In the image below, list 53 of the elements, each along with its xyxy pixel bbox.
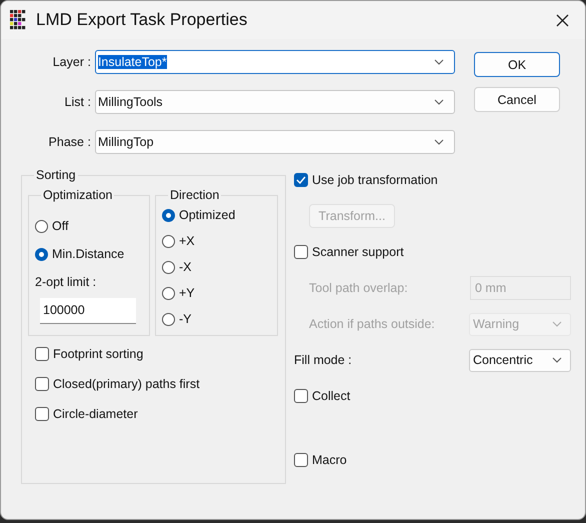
checkbox[interactable] xyxy=(294,453,308,467)
field-label: List : xyxy=(64,95,92,109)
radio-button[interactable] xyxy=(162,260,175,274)
checkbox-label[interactable]: Use job transformation xyxy=(312,173,438,187)
radio-label[interactable]: Off xyxy=(52,219,68,233)
caret-icon xyxy=(434,139,444,145)
checkbox[interactable] xyxy=(294,389,308,403)
radio-button[interactable] xyxy=(162,312,175,326)
field-label: Layer : xyxy=(52,55,92,69)
radio-button[interactable] xyxy=(162,234,175,248)
checkbox-label[interactable]: Footprint sorting xyxy=(53,347,144,361)
caret-icon xyxy=(552,321,562,327)
window-title: LMD Export Task Properties xyxy=(36,10,248,30)
caret-icon xyxy=(552,357,562,363)
group-title: Sorting xyxy=(35,168,77,182)
checkbox-label[interactable]: Closed(primary) paths first xyxy=(53,377,200,391)
checkbox-label[interactable]: Collect xyxy=(312,389,350,403)
field-label: Fill mode : xyxy=(294,353,352,367)
field-label: Phase : xyxy=(48,135,92,149)
radio-label[interactable]: -X xyxy=(179,260,192,274)
group-title: Direction xyxy=(169,188,220,202)
checkbox-label[interactable]: Macro xyxy=(312,453,347,467)
radio-label[interactable]: +Y xyxy=(179,286,195,300)
close-icon[interactable] xyxy=(556,14,569,26)
dropdown[interactable]: InsulateTop* xyxy=(94,50,455,74)
dropdown[interactable]: Concentric xyxy=(469,348,571,372)
field-label: Tool path overlap: xyxy=(308,281,408,295)
radio-button[interactable] xyxy=(162,286,175,300)
radio-label[interactable]: +X xyxy=(179,234,195,248)
app-icon xyxy=(10,10,28,30)
limit-field[interactable]: 100000 xyxy=(40,298,136,324)
checkbox-label[interactable]: Scanner support xyxy=(312,245,404,259)
radio-button[interactable] xyxy=(35,248,48,260)
checkbox[interactable] xyxy=(35,407,49,421)
ok-button[interactable]: OK xyxy=(474,52,560,77)
caret-icon xyxy=(434,99,444,105)
dropdown[interactable]: MillingTools xyxy=(94,90,455,114)
limit-label: 2-opt limit : xyxy=(35,274,98,291)
field-label: Action if paths outside: xyxy=(308,317,435,331)
group-title: Optimization xyxy=(42,188,114,202)
checkbox-label[interactable]: Circle-diameter xyxy=(53,407,138,421)
radio-button[interactable] xyxy=(162,208,175,222)
checkbox[interactable] xyxy=(294,245,308,259)
caret-icon xyxy=(434,59,444,65)
checkbox[interactable] xyxy=(35,377,49,391)
checkbox[interactable] xyxy=(294,173,308,187)
checkbox[interactable] xyxy=(35,347,49,361)
dropdown[interactable]: MillingTop xyxy=(94,130,455,154)
radio-button[interactable] xyxy=(35,220,48,232)
radio-label[interactable]: Min.Distance xyxy=(52,247,124,261)
cancel-button[interactable]: Cancel xyxy=(474,87,560,112)
radio-label[interactable]: Optimized xyxy=(179,208,236,222)
radio-label[interactable]: -Y xyxy=(179,312,192,326)
